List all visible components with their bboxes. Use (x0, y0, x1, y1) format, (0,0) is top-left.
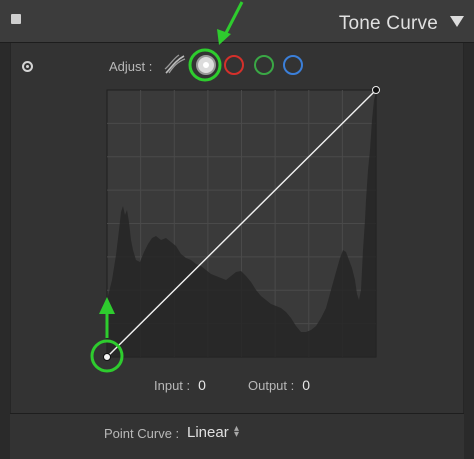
curve-point-white[interactable] (372, 86, 380, 94)
output-readout: Output : 0 (248, 377, 310, 393)
point-curve-label: Point Curve : (104, 426, 180, 441)
dropdown-arrows-icon[interactable]: ▴ ▾ (234, 424, 239, 440)
panel-title: Tone Curve (338, 13, 438, 34)
output-label: Output : (248, 378, 295, 393)
panel-switch-icon[interactable] (11, 14, 21, 24)
collapse-triangle-icon[interactable] (450, 16, 464, 27)
blue-channel-button[interactable] (283, 55, 303, 75)
input-readout: Input : 0 (154, 377, 206, 393)
green-channel-button[interactable] (254, 55, 274, 75)
tone-curve-panel (10, 43, 464, 413)
adjust-label: Adjust : (109, 59, 153, 74)
point-curve-dropdown[interactable]: Linear (187, 424, 229, 441)
targeted-adjustment-icon[interactable] (22, 61, 33, 72)
input-value: 0 (198, 377, 206, 393)
red-channel-button[interactable] (224, 55, 244, 75)
output-value: 0 (302, 377, 311, 393)
curve-point-black[interactable] (103, 353, 111, 361)
input-label: Input : (154, 378, 191, 393)
rgb-channel-button[interactable] (196, 55, 216, 75)
parametric-curve-icon[interactable] (163, 53, 187, 77)
panel-header[interactable]: Tone Curve (0, 0, 474, 43)
